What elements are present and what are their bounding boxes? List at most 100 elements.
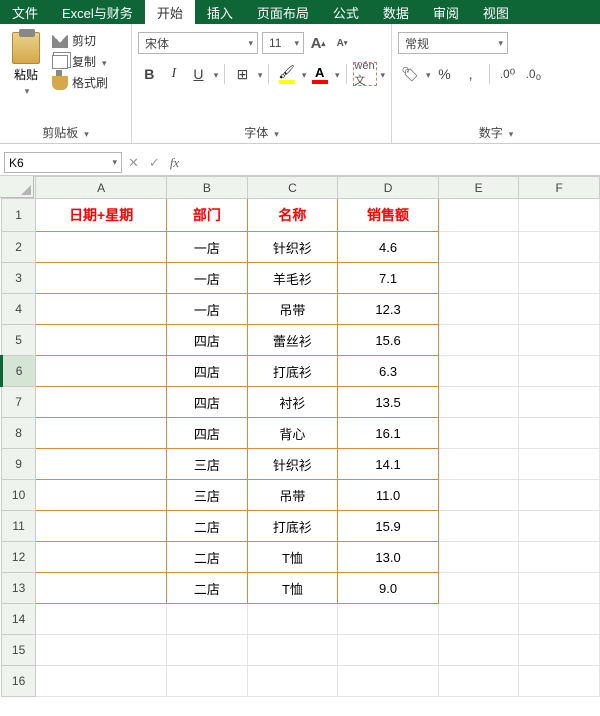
cell-D5[interactable]: 15.6 xyxy=(338,325,439,356)
row-header-14[interactable]: 14 xyxy=(2,604,36,635)
cell-F9[interactable] xyxy=(519,449,600,480)
chevron-down-icon[interactable] xyxy=(256,67,263,81)
bold-button[interactable]: B xyxy=(138,62,161,86)
row-header-3[interactable]: 3 xyxy=(2,263,36,294)
border-button[interactable]: ⊞ xyxy=(231,62,254,86)
cell-B16[interactable] xyxy=(167,666,248,697)
row-header-6[interactable]: 6 xyxy=(2,356,36,387)
name-box[interactable]: K6▾ xyxy=(4,152,122,173)
cell-E7[interactable] xyxy=(438,387,519,418)
cell-D7[interactable]: 13.5 xyxy=(338,387,439,418)
cell-A12[interactable] xyxy=(36,542,167,573)
cell-D15[interactable] xyxy=(338,635,439,666)
cell-E9[interactable] xyxy=(438,449,519,480)
cell-B11[interactable]: 二店 xyxy=(167,511,248,542)
cell-C16[interactable] xyxy=(247,666,338,697)
cell-E5[interactable] xyxy=(438,325,519,356)
row-header-5[interactable]: 5 xyxy=(2,325,36,356)
cell-E12[interactable] xyxy=(438,542,519,573)
cell-D14[interactable] xyxy=(338,604,439,635)
formula-input[interactable] xyxy=(185,150,600,175)
cell-D13[interactable]: 9.0 xyxy=(338,573,439,604)
row-header-7[interactable]: 7 xyxy=(2,387,36,418)
cell-A2[interactable] xyxy=(36,232,167,263)
row-header-12[interactable]: 12 xyxy=(2,542,36,573)
column-header-D[interactable]: D xyxy=(338,177,439,199)
cell-D4[interactable]: 12.3 xyxy=(338,294,439,325)
row-header-15[interactable]: 15 xyxy=(2,635,36,666)
cell-B7[interactable]: 四店 xyxy=(167,387,248,418)
cell-E11[interactable] xyxy=(438,511,519,542)
chevron-down-icon[interactable] xyxy=(100,55,107,69)
cell-C12[interactable]: T恤 xyxy=(247,542,338,573)
cell-E8[interactable] xyxy=(438,418,519,449)
spreadsheet-grid[interactable]: ABCDEF 1日期+星期部门名称销售额2一店针织衫4.63一店羊毛衫7.14一… xyxy=(0,176,600,697)
cell-D8[interactable]: 16.1 xyxy=(338,418,439,449)
column-header-C[interactable]: C xyxy=(247,177,338,199)
cell-E1[interactable] xyxy=(438,199,519,232)
row-header-2[interactable]: 2 xyxy=(2,232,36,263)
menu-tab-7[interactable]: 审阅 xyxy=(421,0,471,24)
copy-button[interactable]: 复制 xyxy=(52,53,108,70)
cell-E16[interactable] xyxy=(438,666,519,697)
cell-E13[interactable] xyxy=(438,573,519,604)
cell-D11[interactable]: 15.9 xyxy=(338,511,439,542)
cell-F7[interactable] xyxy=(519,387,600,418)
cell-E14[interactable] xyxy=(438,604,519,635)
cell-C7[interactable]: 衬衫 xyxy=(247,387,338,418)
chevron-down-icon[interactable] xyxy=(23,83,30,97)
cell-B2[interactable]: 一店 xyxy=(167,232,248,263)
cell-A15[interactable] xyxy=(36,635,167,666)
cell-D16[interactable] xyxy=(338,666,439,697)
cell-F8[interactable] xyxy=(519,418,600,449)
cell-A11[interactable] xyxy=(36,511,167,542)
cell-F13[interactable] xyxy=(519,573,600,604)
cell-F14[interactable] xyxy=(519,604,600,635)
font-color-button[interactable]: A xyxy=(308,65,331,84)
cell-D10[interactable]: 11.0 xyxy=(338,480,439,511)
menu-tab-1[interactable]: Excel与财务 xyxy=(50,0,145,24)
cell-D3[interactable]: 7.1 xyxy=(338,263,439,294)
decrease-font-button[interactable]: A▾ xyxy=(332,32,352,54)
underline-button[interactable]: U xyxy=(187,62,210,86)
menu-tab-0[interactable]: 文件 xyxy=(0,0,50,24)
cell-B9[interactable]: 三店 xyxy=(167,449,248,480)
cell-C8[interactable]: 背心 xyxy=(247,418,338,449)
cell-E4[interactable] xyxy=(438,294,519,325)
cell-C1[interactable]: 名称 xyxy=(247,199,338,232)
dialog-launcher-icon[interactable] xyxy=(507,126,514,140)
cell-A3[interactable] xyxy=(36,263,167,294)
cell-E10[interactable] xyxy=(438,480,519,511)
row-header-9[interactable]: 9 xyxy=(2,449,36,480)
select-all-corner[interactable] xyxy=(0,176,34,198)
menu-tab-8[interactable]: 视图 xyxy=(471,0,521,24)
cell-B10[interactable]: 三店 xyxy=(167,480,248,511)
cell-A1[interactable]: 日期+星期 xyxy=(36,199,167,232)
column-header-B[interactable]: B xyxy=(167,177,248,199)
cell-A4[interactable] xyxy=(36,294,167,325)
phonetic-button[interactable]: wén文 xyxy=(353,62,377,86)
cell-A6[interactable] xyxy=(36,356,167,387)
cell-F5[interactable] xyxy=(519,325,600,356)
cell-E6[interactable] xyxy=(438,356,519,387)
row-header-4[interactable]: 4 xyxy=(2,294,36,325)
fx-icon[interactable]: fx xyxy=(170,155,179,171)
cell-D9[interactable]: 14.1 xyxy=(338,449,439,480)
row-header-10[interactable]: 10 xyxy=(2,480,36,511)
increase-font-button[interactable]: A▴ xyxy=(308,32,328,54)
chevron-down-icon[interactable] xyxy=(379,67,386,81)
cell-A13[interactable] xyxy=(36,573,167,604)
cell-D12[interactable]: 13.0 xyxy=(338,542,439,573)
cell-B3[interactable]: 一店 xyxy=(167,263,248,294)
format-painter-button[interactable]: 格式刷 xyxy=(52,74,108,91)
chevron-down-icon[interactable] xyxy=(424,67,431,81)
fill-color-button[interactable]: 🖌 xyxy=(275,64,298,84)
cell-F11[interactable] xyxy=(519,511,600,542)
cell-E2[interactable] xyxy=(438,232,519,263)
paste-button[interactable]: 粘贴 xyxy=(6,28,46,97)
decrease-decimal-button[interactable]: .0₀ xyxy=(522,62,546,86)
italic-button[interactable]: I xyxy=(163,62,186,86)
cell-F1[interactable] xyxy=(519,199,600,232)
cell-B14[interactable] xyxy=(167,604,248,635)
cell-B15[interactable] xyxy=(167,635,248,666)
